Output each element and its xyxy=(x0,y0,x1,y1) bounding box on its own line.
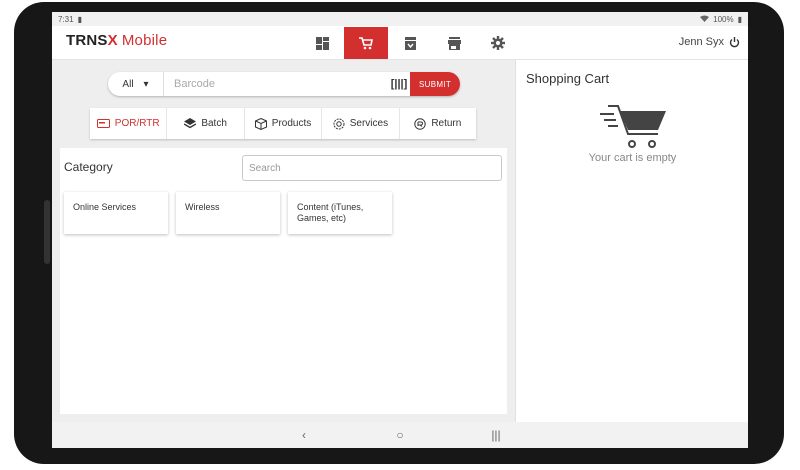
tab-products[interactable]: Products xyxy=(245,108,323,139)
layers-icon xyxy=(184,118,197,129)
dashboard-button[interactable] xyxy=(300,27,344,59)
category-search-input[interactable]: Search xyxy=(242,155,502,181)
chevron-down-icon: ▾ xyxy=(143,78,149,90)
category-title: Category xyxy=(64,160,113,174)
side-button xyxy=(44,200,50,264)
home-icon[interactable]: ○ xyxy=(394,428,406,442)
status-bar: 7:31 ▮ 100% ▮ xyxy=(52,12,748,26)
tab-label: Services xyxy=(349,118,389,129)
category-panel: Category Search Online Services Wireless… xyxy=(60,148,507,414)
store-button[interactable] xyxy=(432,27,476,59)
cart-icon xyxy=(359,36,373,49)
category-card-content[interactable]: Content (iTunes, Games, etc) xyxy=(288,192,392,234)
sim-icon: ▮ xyxy=(77,14,82,24)
tab-label: Products xyxy=(271,118,312,129)
tab-label: POR/RTR xyxy=(114,118,160,129)
archive-icon xyxy=(404,36,416,50)
shopping-cart-panel: Shopping Cart Your cart is empty xyxy=(515,60,748,422)
barcode-input[interactable]: Barcode xyxy=(164,78,388,90)
status-time: 7:31 xyxy=(58,14,74,24)
back-icon[interactable]: ‹ xyxy=(298,428,310,442)
category-card-wireless[interactable]: Wireless xyxy=(176,192,280,234)
battery-icon: ▮ xyxy=(737,14,742,24)
empty-cart-icon xyxy=(600,105,666,148)
user-menu[interactable]: Jenn Syx xyxy=(679,36,740,48)
gear-icon xyxy=(491,36,505,50)
cart-empty-message: Your cart is empty xyxy=(588,152,677,164)
search-filter-select[interactable]: All ▾ xyxy=(108,72,164,96)
category-card-online-services[interactable]: Online Services xyxy=(64,192,168,234)
tab-label: Batch xyxy=(201,118,227,129)
recents-icon[interactable]: ||| xyxy=(490,428,502,442)
tab-return[interactable]: Return xyxy=(400,108,476,139)
app-screen: 7:31 ▮ 100% ▮ TRNSX Mobile Jenn Syx All … xyxy=(52,12,748,448)
cart-nav-button[interactable] xyxy=(344,27,388,59)
tab-por-rtr[interactable]: POR/RTR xyxy=(90,108,168,139)
tab-batch[interactable]: Batch xyxy=(167,108,245,139)
archive-button[interactable] xyxy=(388,27,432,59)
app-logo: TRNSX Mobile xyxy=(66,32,168,49)
tab-services[interactable]: Services xyxy=(322,108,400,139)
settings-button[interactable] xyxy=(476,27,520,59)
search-filter-value: All xyxy=(122,78,134,90)
power-icon[interactable] xyxy=(729,36,740,48)
top-navigation: TRNSX Mobile Jenn Syx xyxy=(52,26,748,60)
submit-button[interactable]: SUBMIT xyxy=(410,72,460,96)
pos-panel: All ▾ Barcode [|||] SUBMIT POR/RTR Batch xyxy=(52,60,515,422)
box-icon xyxy=(254,117,267,130)
return-icon xyxy=(414,117,427,130)
battery-level: 100% xyxy=(713,14,734,24)
pin-card-icon xyxy=(96,119,110,128)
cart-title: Shopping Cart xyxy=(526,71,610,86)
gear-badge-icon xyxy=(333,118,345,129)
wifi-icon xyxy=(700,15,710,24)
system-navigation-bar: ‹ ○ ||| xyxy=(52,422,748,448)
dashboard-icon xyxy=(315,36,329,50)
store-icon xyxy=(447,36,461,50)
transaction-tabs: POR/RTR Batch Products Services Return xyxy=(90,108,476,139)
tab-label: Return xyxy=(431,118,462,129)
barcode-scan-icon[interactable]: [|||] xyxy=(388,72,410,96)
user-name: Jenn Syx xyxy=(678,36,724,48)
barcode-search-bar: All ▾ Barcode [|||] SUBMIT xyxy=(108,72,460,96)
